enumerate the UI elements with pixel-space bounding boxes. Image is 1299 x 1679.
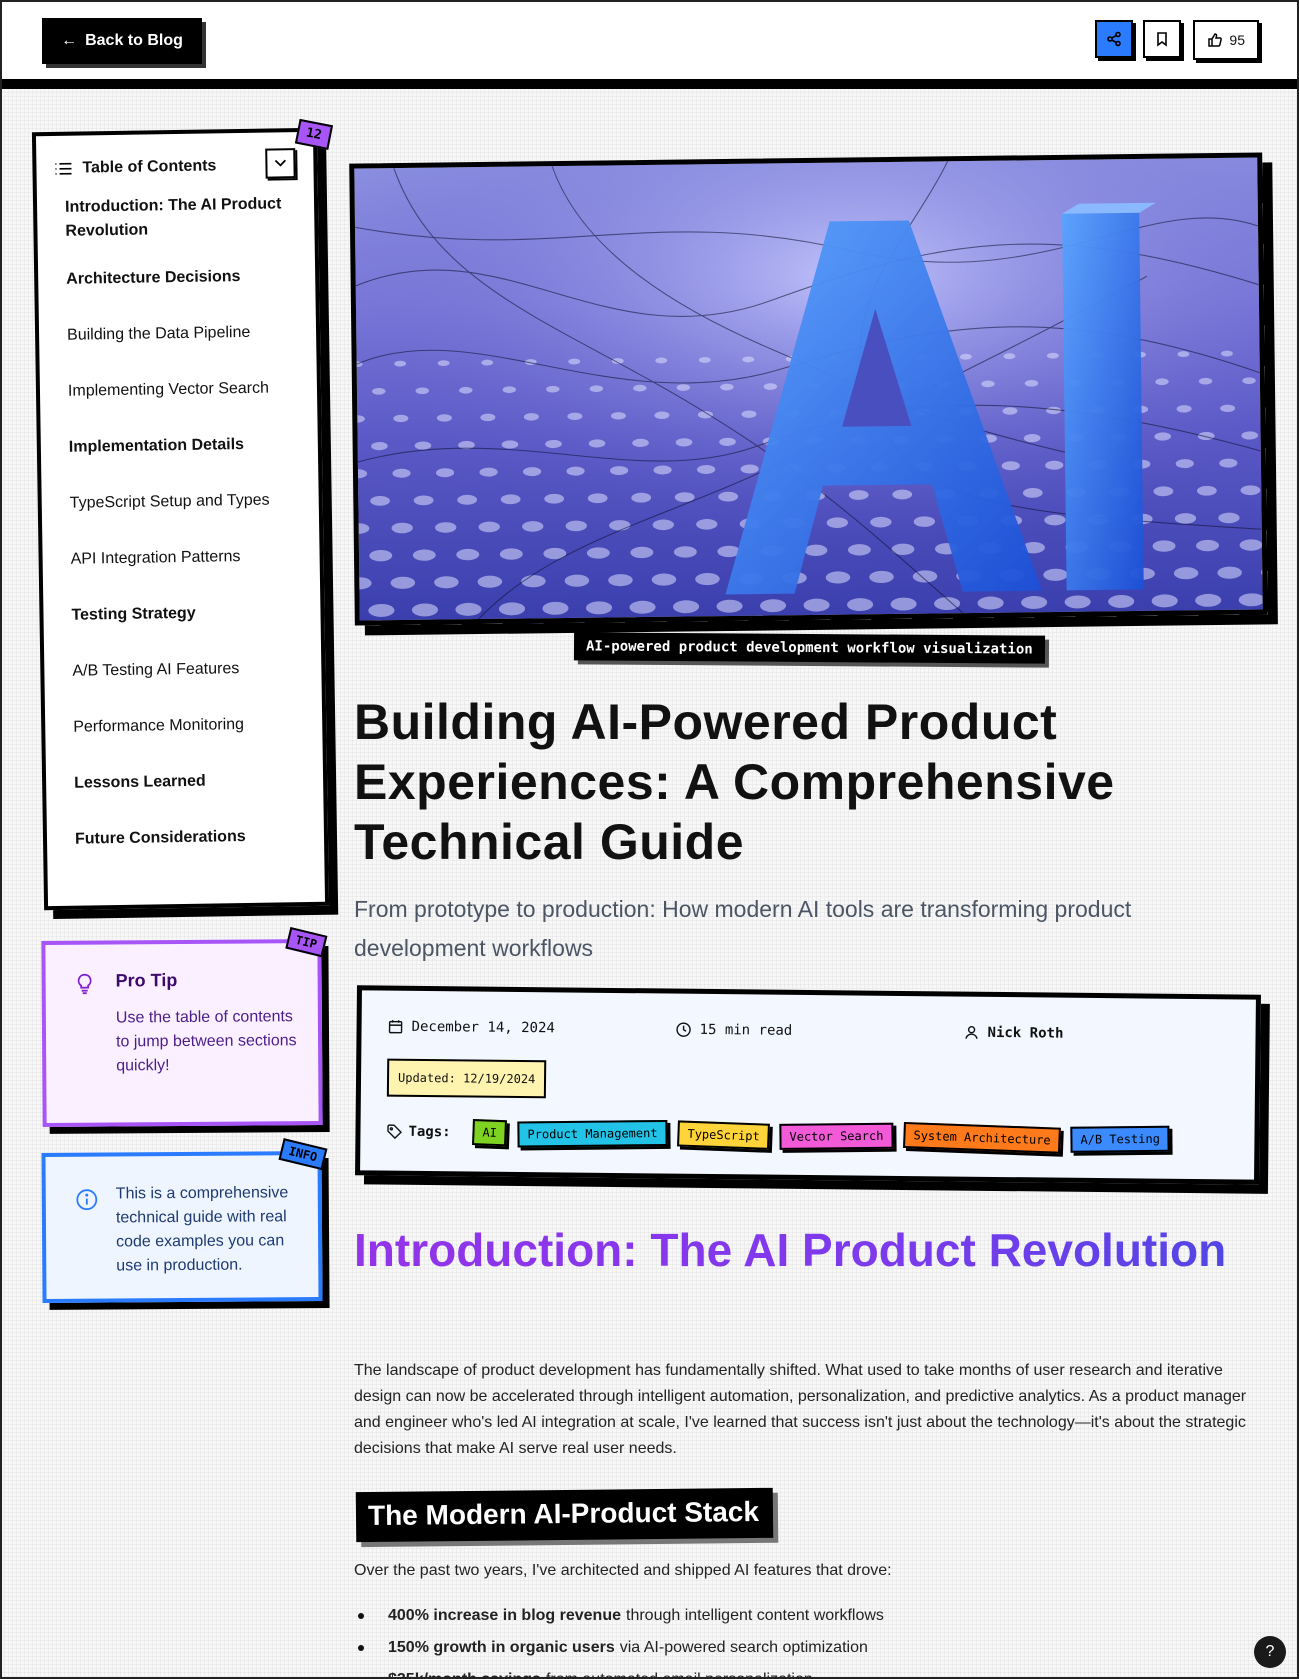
arrow-left-icon: ← xyxy=(61,32,78,49)
table-of-contents: Table of Contents Introduction: The AI P… xyxy=(31,118,334,911)
toc-item[interactable]: Performance Monitoring xyxy=(73,712,294,739)
tag-chip[interactable]: AI xyxy=(472,1119,508,1147)
page-subtitle: From prototype to production: How modern… xyxy=(354,896,1132,961)
toc-collapse-button[interactable] xyxy=(265,148,296,179)
back-to-blog-button[interactable]: ← Back to Blog xyxy=(42,18,202,64)
hero-caption: AI-powered product development workflow … xyxy=(573,632,1045,664)
toc-item[interactable]: A/B Testing AI Features xyxy=(72,656,293,683)
tags-label-text: Tags: xyxy=(408,1123,451,1141)
read-time-text: 15 min read xyxy=(699,1021,793,1039)
tag-chip[interactable]: Vector Search xyxy=(779,1122,894,1150)
info-icon xyxy=(76,1189,98,1211)
thumbs-up-icon xyxy=(1208,33,1223,47)
lightbulb-icon xyxy=(77,973,92,995)
tag-chip[interactable]: System Architecture xyxy=(902,1121,1061,1154)
tag-icon xyxy=(387,1124,402,1140)
toc-list: Introduction: The AI Product Revolution A… xyxy=(37,192,324,852)
publish-date: December 14, 2024 xyxy=(388,1018,555,1037)
article-meta-card: December 14, 2024 15 min read Nick Roth … xyxy=(355,985,1261,1185)
updated-badge: Updated: 12/19/2024 xyxy=(386,1058,547,1099)
list-item-text: from automated email personalization xyxy=(546,1664,813,1679)
user-icon xyxy=(965,1026,978,1039)
info-text: This is a comprehensive technical guide … xyxy=(115,1184,289,1275)
like-button[interactable]: 95 xyxy=(1193,20,1259,60)
toc-title: Table of Contents xyxy=(82,157,217,177)
top-actions: 95 xyxy=(1095,20,1259,60)
toc-item[interactable]: Lessons Learned xyxy=(74,768,295,795)
toc-item[interactable]: Architecture Decisions xyxy=(66,264,287,291)
toc-item[interactable]: Implementation Details xyxy=(69,432,290,459)
share-icon xyxy=(1107,31,1122,47)
bookmark-icon xyxy=(1157,32,1168,47)
tags-row: Tags: AI Product Management TypeScript Vect… xyxy=(386,1119,1171,1154)
subsection-heading: The Modern AI-Product Stack xyxy=(355,1487,774,1543)
back-label: Back to Blog xyxy=(85,32,183,49)
tags-label: Tags: xyxy=(386,1123,451,1141)
list-item: $35k/month savings from automated email p… xyxy=(358,1664,884,1679)
list-item-highlight: $35k/month savings xyxy=(388,1664,541,1679)
read-time: 15 min read xyxy=(675,1022,792,1039)
date-text: December 14, 2024 xyxy=(411,1018,555,1037)
toc-item[interactable]: Building the Data Pipeline xyxy=(67,320,288,347)
info-box: INFO This is a comprehensive technical g… xyxy=(41,1138,328,1303)
list-item: 400% increase in blog revenue through int… xyxy=(358,1600,884,1632)
list-item-text: via AI-powered search optimization xyxy=(619,1639,868,1656)
list-item: 150% growth in organic users via AI-power… xyxy=(358,1632,884,1664)
chevron-down-icon xyxy=(274,159,287,167)
toc-item[interactable]: TypeScript Setup and Types xyxy=(70,488,291,515)
info-badge: INFO xyxy=(278,1138,328,1171)
pro-tip-box: TIP Pro Tip Use the table of contents to… xyxy=(41,927,328,1127)
share-button[interactable] xyxy=(1095,20,1134,58)
intro-paragraph: The landscape of product development has… xyxy=(354,1362,1247,1457)
toc-item[interactable]: Implementing Vector Search xyxy=(68,376,289,403)
author: Nick Roth xyxy=(963,1025,1063,1042)
tag-chip[interactable]: A/B Testing xyxy=(1070,1125,1171,1153)
results-list: 400% increase in blog revenue through int… xyxy=(358,1600,884,1679)
hero-image-frame xyxy=(349,152,1268,626)
list-item-highlight: 400% increase in blog revenue xyxy=(388,1607,621,1624)
list-item-highlight: 150% growth in organic users xyxy=(388,1639,615,1656)
hero-image xyxy=(349,152,1268,626)
bookmark-button[interactable] xyxy=(1143,20,1182,58)
toc-item[interactable]: Introduction: The AI Product Revolution xyxy=(65,192,287,243)
author-name: Nick Roth xyxy=(987,1024,1064,1042)
page-title: Building AI-Powered Product Experiences:… xyxy=(354,694,1115,870)
toc-item[interactable]: Testing Strategy xyxy=(71,600,292,627)
clock-icon xyxy=(676,1022,691,1037)
lead-in-text: Over the past two years, I've architecte… xyxy=(354,1562,892,1579)
tip-title: Pro Tip xyxy=(115,970,178,991)
tag-chip[interactable]: Product Management xyxy=(516,1119,668,1148)
tip-text: Use the table of contents to jump betwee… xyxy=(115,1008,297,1075)
like-count: 95 xyxy=(1229,32,1245,48)
toc-item[interactable]: API Integration Patterns xyxy=(70,544,291,571)
list-item-text: through intelligent content workflows xyxy=(626,1607,884,1624)
top-bar: ← Back to Blog 95 xyxy=(0,0,1299,89)
calendar-icon xyxy=(388,1020,403,1034)
help-button[interactable]: ? xyxy=(1254,1636,1286,1668)
list-icon xyxy=(55,162,72,175)
section-heading: Introduction: The AI Product Revolution xyxy=(354,1226,1254,1274)
tag-chip[interactable]: TypeScript xyxy=(676,1120,770,1150)
toc-item[interactable]: Future Considerations xyxy=(75,824,296,851)
tip-badge: TIP xyxy=(285,927,328,958)
